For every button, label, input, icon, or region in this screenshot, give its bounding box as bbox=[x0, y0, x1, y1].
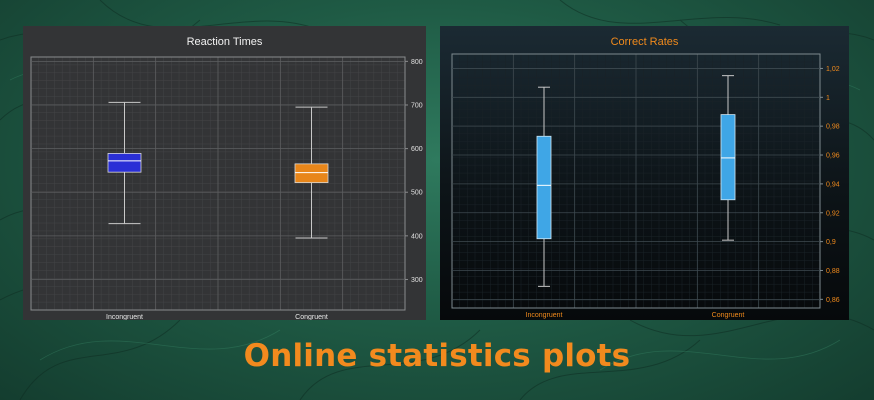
y-tick-label: 700 bbox=[411, 102, 423, 109]
category-label: Incongruent bbox=[106, 314, 143, 320]
correct-rates-plot: 0,86 0,88 0,9 0,92 0,94 0,96 0,98 1 1,02 Incongru… bbox=[451, 53, 840, 319]
category-label: Congruent bbox=[712, 312, 745, 319]
box-congruent bbox=[720, 114, 736, 201]
y-tick-label: 400 bbox=[411, 233, 423, 240]
correct-rates-chart: 0,86 0,88 0,9 0,92 0,94 0,96 0,98 1 1,02 Incongru… bbox=[440, 26, 849, 320]
y-tick-label: 0,96 bbox=[826, 153, 840, 160]
reaction-times-plot: 300 400 500 600 700 800 Incongruent Congruent bbox=[30, 56, 423, 320]
box-congruent bbox=[294, 163, 329, 184]
y-tick-label: 800 bbox=[411, 59, 423, 66]
y-tick-label: 0,94 bbox=[826, 181, 840, 188]
y-tick-label: 0,9 bbox=[826, 239, 836, 246]
y-tick-label: 1,02 bbox=[826, 66, 840, 73]
box-incongruent bbox=[107, 153, 142, 173]
box-incongruent bbox=[536, 135, 552, 240]
y-tick-label: 300 bbox=[411, 277, 423, 284]
y-tick-label: 0,98 bbox=[826, 124, 840, 131]
y-tick-label: 500 bbox=[411, 190, 423, 197]
chart-title: Correct Rates bbox=[610, 36, 679, 48]
category-label: Congruent bbox=[295, 314, 328, 320]
reaction-times-chart: 300 400 500 600 700 800 Incongruent Congruent R… bbox=[23, 26, 426, 320]
category-label: Incongruent bbox=[526, 312, 563, 319]
y-tick-label: 0,92 bbox=[826, 210, 840, 217]
y-tick-label: 600 bbox=[411, 146, 423, 153]
y-tick-label: 0,88 bbox=[826, 268, 840, 275]
chart-title: Reaction Times bbox=[186, 36, 263, 48]
y-tick-label: 0,86 bbox=[826, 297, 840, 304]
y-tick-label: 1 bbox=[826, 95, 830, 102]
headline: Online statistics plots bbox=[243, 338, 631, 374]
